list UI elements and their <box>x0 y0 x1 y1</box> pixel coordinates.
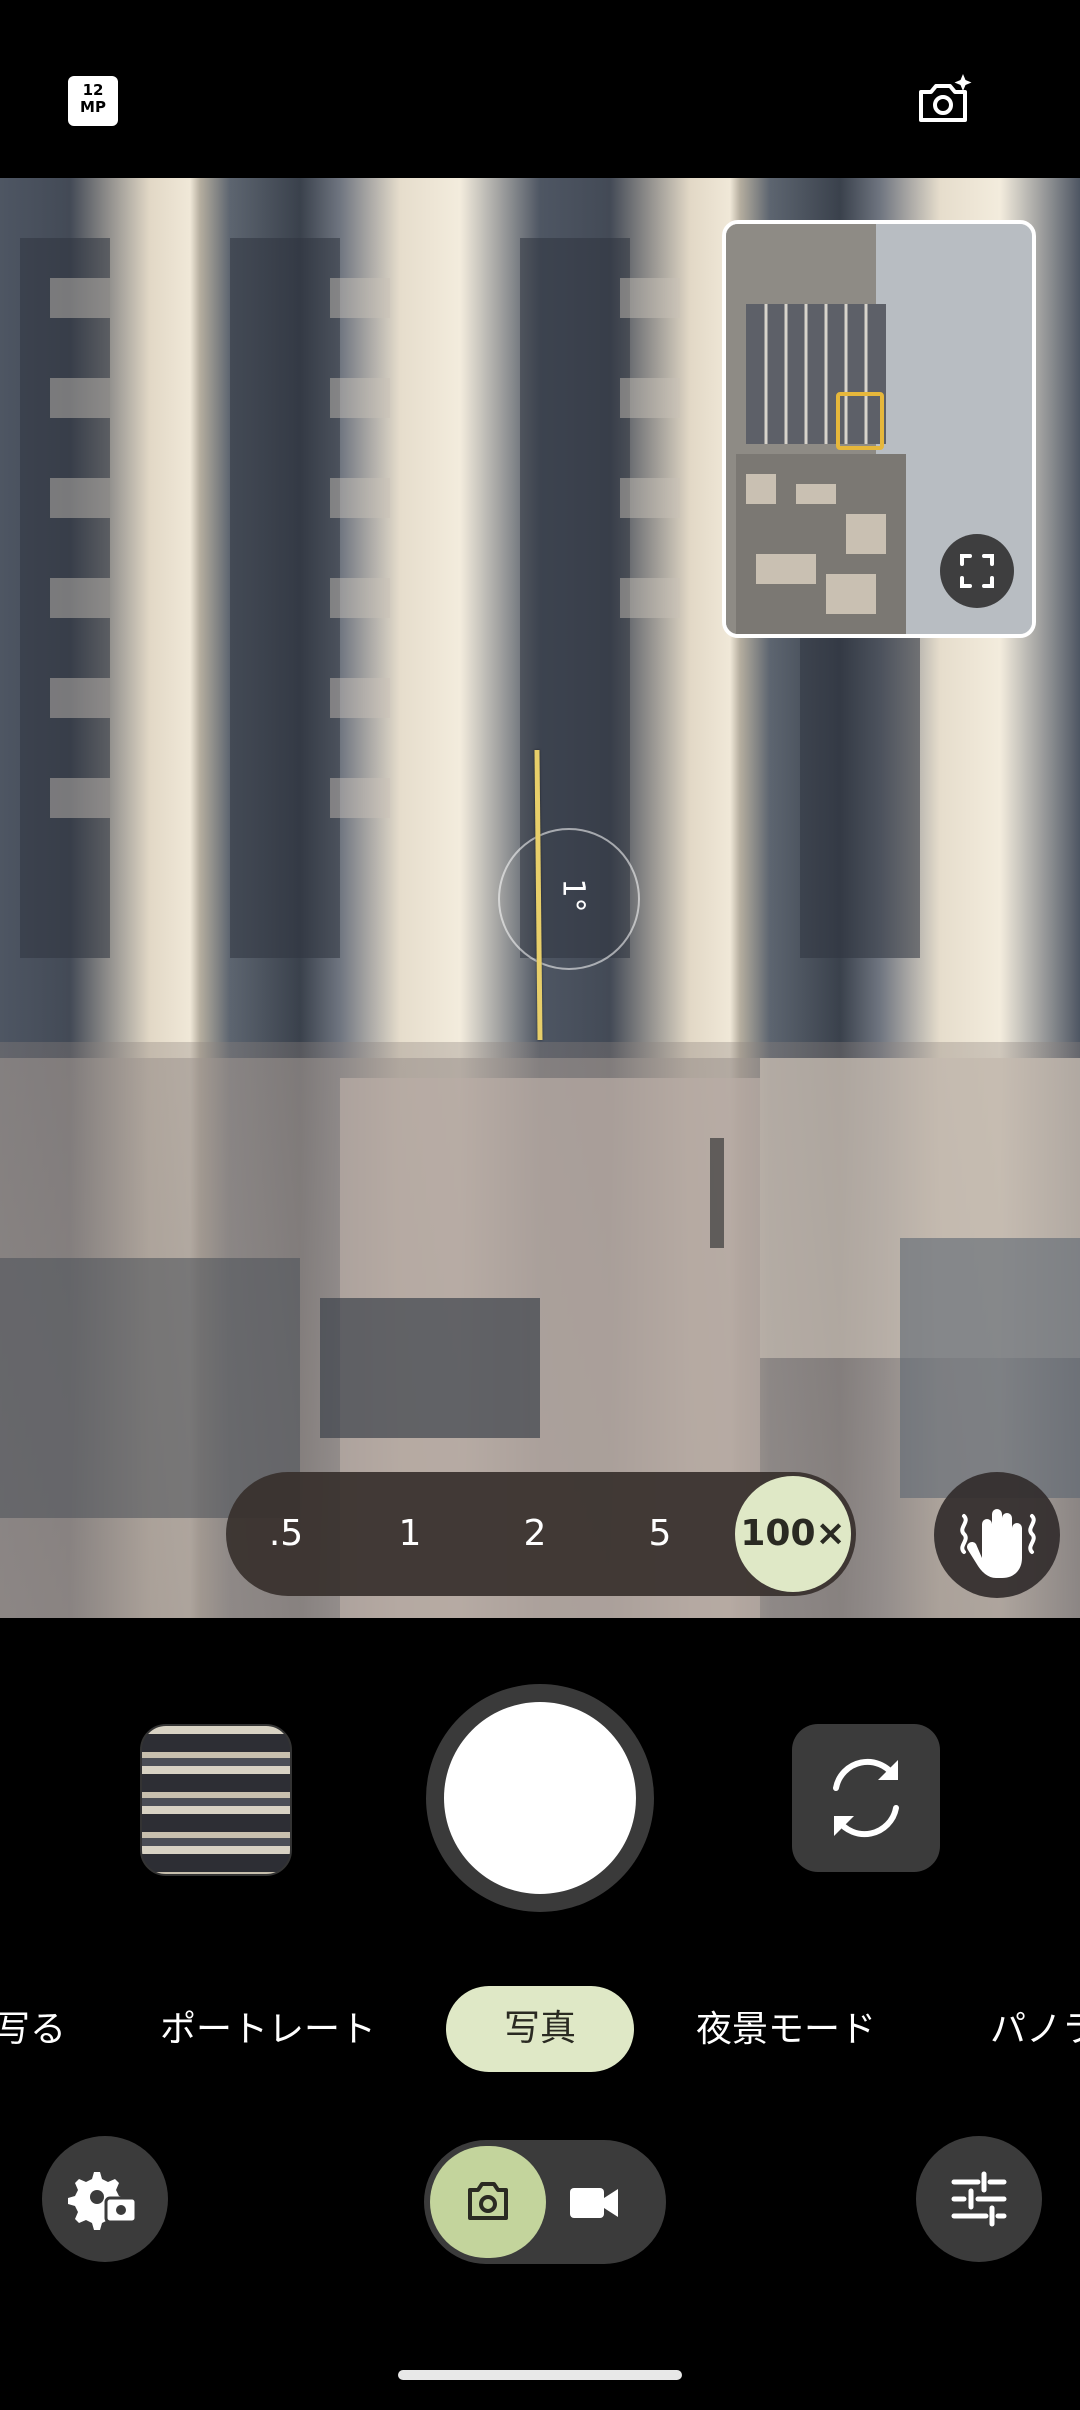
home-indicator[interactable] <box>398 2370 682 2380</box>
camera-sparkle-icon[interactable] <box>913 70 973 130</box>
zoom-option-5[interactable]: 5 <box>610 1472 710 1596</box>
video-mode-toggle[interactable] <box>560 2168 630 2238</box>
zoom-option-2[interactable]: 2 <box>485 1472 585 1596</box>
zoom-option-selected[interactable]: 100× <box>735 1476 851 1592</box>
mode-item-0[interactable]: 写る <box>0 1988 66 2072</box>
flip-camera-icon <box>833 1758 899 1838</box>
mode-item-portrait[interactable]: ポートレート <box>160 1988 376 2072</box>
sliders-icon <box>951 2171 1007 2227</box>
stabilization-button[interactable] <box>934 1472 1060 1598</box>
shutter-button[interactable] <box>444 1702 636 1894</box>
zoom-option-1[interactable]: 1 <box>360 1472 460 1596</box>
video-icon <box>570 2188 618 2218</box>
minimap-focus-box <box>836 392 884 450</box>
camera-settings-button[interactable] <box>42 2136 168 2262</box>
settings-camera-icon <box>68 2172 138 2230</box>
zoom-minimap[interactable] <box>722 220 1036 638</box>
resolution-line1: 12 <box>82 81 104 99</box>
mode-item-night[interactable]: 夜景モード <box>696 1988 876 2072</box>
expand-icon <box>960 554 994 588</box>
minimap-expand-button[interactable] <box>940 534 1014 608</box>
mode-item-panorama[interactable]: パノラ <box>990 1988 1080 2072</box>
resolution-line2: MP <box>80 98 106 116</box>
adjustments-button[interactable] <box>916 2136 1042 2262</box>
photo-mode-toggle[interactable] <box>430 2146 546 2258</box>
camera-viewfinder[interactable]: 1° .5 1 2 5 100× <box>0 178 1080 1618</box>
mode-item-photo[interactable]: 写真 <box>446 1986 634 2072</box>
switch-camera-button[interactable] <box>792 1724 940 1872</box>
zoom-selector: .5 1 2 5 100× <box>226 1472 856 1596</box>
zoom-option-0-5[interactable]: .5 <box>236 1472 336 1596</box>
level-degree-label: 1° <box>555 878 591 913</box>
camera-icon <box>468 2182 508 2220</box>
hand-stabilize-icon <box>960 1509 1036 1578</box>
resolution-icon[interactable]: 12 MP <box>68 76 118 126</box>
gallery-thumbnail[interactable] <box>140 1724 292 1876</box>
